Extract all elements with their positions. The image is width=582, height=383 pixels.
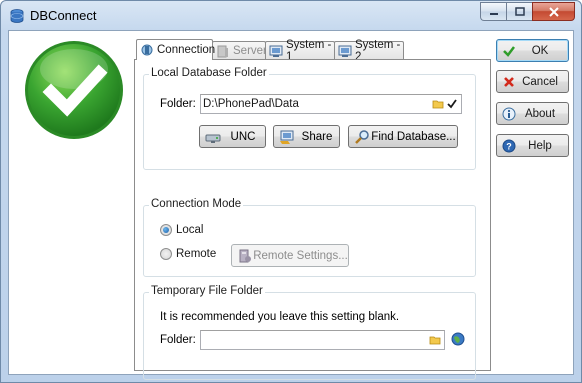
remote-settings-button[interactable]: Remote Settings...: [231, 244, 349, 267]
about-button[interactable]: About: [496, 102, 569, 125]
help-button[interactable]: ? Help: [496, 134, 569, 157]
temporary-folder-input[interactable]: [200, 330, 445, 350]
system-icon: [338, 45, 352, 57]
local-database-title: Local Database Folder: [149, 67, 269, 79]
green-check-icon: [25, 41, 123, 139]
radio-local-indicator: [160, 224, 172, 236]
tab-system-2[interactable]: System - 2: [334, 39, 404, 63]
close-icon: [548, 6, 559, 17]
temporary-folder-group: Temporary File Folder It is recommended …: [143, 285, 476, 380]
tab-connection[interactable]: Connection: [136, 39, 215, 60]
temp-folder-label: Folder:: [160, 334, 196, 346]
share-icon: [280, 130, 294, 144]
radio-remote-indicator: [160, 248, 172, 260]
title-bar[interactable]: DBConnect: [1, 1, 581, 29]
connection-tab-panel: Local Database Folder Folder: D:\PhonePa…: [134, 59, 491, 380]
unc-button[interactable]: UNC: [199, 125, 266, 148]
folder-label: Folder:: [160, 98, 196, 110]
dialog-body: Connection Server System - 1 System - 2: [8, 30, 574, 380]
remote-settings-icon: [239, 249, 251, 262]
database-folder-value: D:\PhonePad\Data: [203, 98, 299, 110]
database-folder-input[interactable]: D:\PhonePad\Data: [200, 94, 462, 114]
system-icon: [269, 45, 283, 57]
temporary-folder-title: Temporary File Folder: [149, 285, 265, 297]
x-icon: [504, 76, 514, 87]
check-icon: [503, 45, 515, 57]
server-icon: [217, 45, 228, 57]
magnifier-icon: [355, 129, 369, 144]
temporary-folder-note: It is recommended you leave this setting…: [160, 311, 400, 323]
share-button[interactable]: Share: [273, 125, 340, 148]
app-icon: [10, 9, 24, 23]
tab-server[interactable]: Server: [212, 41, 267, 59]
close-button[interactable]: [532, 2, 575, 21]
connection-mode-title: Connection Mode: [149, 198, 244, 210]
checkmark-icon: [447, 99, 457, 109]
ok-button[interactable]: OK: [496, 39, 569, 62]
network-drive-icon: [205, 134, 221, 143]
connection-mode-group: Connection Mode Local Remote Remote Sett…: [143, 198, 476, 277]
tab-system-1[interactable]: System - 1: [265, 39, 335, 63]
dbconnect-window: DBConnect Connection Server System - 1 S…: [0, 0, 582, 383]
maximize-icon: [514, 7, 525, 16]
window-title: DBConnect: [30, 8, 97, 23]
maximize-button[interactable]: [506, 2, 532, 21]
folder-icon[interactable]: [429, 334, 441, 346]
minimize-icon: [489, 12, 498, 15]
info-icon: [502, 107, 516, 120]
plug-icon: [141, 44, 153, 56]
local-database-group: Local Database Folder Folder: D:\PhonePa…: [143, 67, 476, 170]
radio-remote[interactable]: Remote: [160, 248, 216, 260]
help-icon: ?: [502, 139, 516, 152]
svg-text:?: ?: [506, 141, 512, 151]
globe-icon[interactable]: [451, 332, 465, 346]
minimize-button[interactable]: [480, 2, 506, 21]
cancel-button[interactable]: Cancel: [496, 70, 569, 93]
caption-buttons: [480, 2, 575, 21]
find-database-button[interactable]: Find Database...: [348, 125, 458, 148]
radio-local[interactable]: Local: [160, 224, 204, 236]
folder-icon[interactable]: [432, 98, 444, 110]
